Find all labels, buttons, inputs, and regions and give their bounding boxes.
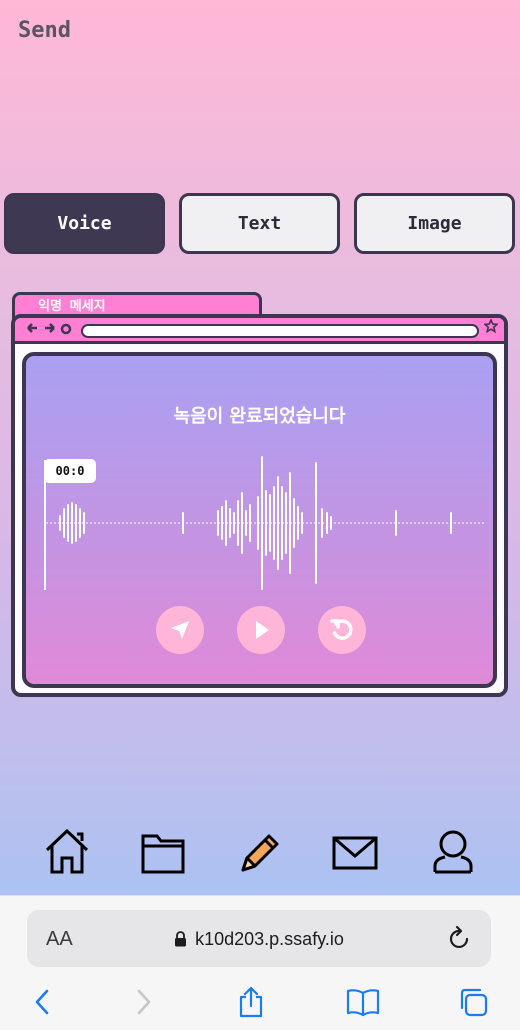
reset-button[interactable] [318, 606, 366, 654]
send-button[interactable] [156, 606, 204, 654]
window-nav-arrows-icon [25, 319, 73, 341]
nav-pencil[interactable] [235, 826, 283, 878]
tab-voice[interactable]: Voice [4, 193, 165, 254]
bottom-nav [0, 826, 520, 886]
play-button[interactable] [237, 606, 285, 654]
tabs-icon [460, 988, 488, 1017]
playback-controls [26, 606, 493, 656]
star-icon [483, 318, 499, 337]
pencil-icon [241, 834, 279, 872]
folder-icon [141, 834, 185, 874]
lock-icon [175, 931, 187, 947]
browser-back-button[interactable] [24, 986, 60, 1018]
mail-icon [332, 836, 378, 870]
tab-text[interactable]: Text [179, 193, 340, 254]
profile-icon [433, 830, 473, 874]
mode-tabs: Voice Text Image [4, 193, 516, 255]
nav-home[interactable] [43, 826, 91, 878]
reset-icon [330, 619, 353, 640]
play-icon [256, 621, 269, 639]
home-icon [45, 828, 89, 874]
send-icon [171, 621, 189, 639]
url-text: k10d203.p.ssafy.io [195, 929, 344, 949]
page-title: Send [18, 18, 71, 43]
recording-status: 녹음이 완료되었습니다 [173, 406, 346, 427]
book-icon [346, 989, 380, 1017]
browser-forward-button[interactable] [126, 986, 162, 1018]
window-tab-label: 익명 메세지 [38, 299, 106, 314]
chevron-left-icon [35, 989, 49, 1015]
reload-icon[interactable] [447, 924, 473, 952]
waveform [46, 456, 486, 590]
nav-profile[interactable] [429, 826, 477, 878]
chevron-right-icon [137, 989, 151, 1015]
browser-share-button[interactable] [233, 986, 269, 1018]
message-window: 녹음이 완료되었습니다 00:0 [11, 314, 508, 697]
share-icon [239, 986, 263, 1018]
nav-mail[interactable] [331, 826, 379, 878]
tab-image[interactable]: Image [354, 193, 515, 254]
recorder-panel: 녹음이 완료되었습니다 00:0 [22, 352, 497, 688]
window-toolbar [15, 318, 504, 344]
window-url-bar [81, 324, 479, 338]
nav-folder[interactable] [139, 826, 187, 878]
address-bar[interactable]: AA k10d203.p.ssafy.io [27, 910, 491, 967]
browser-chrome: AA k10d203.p.ssafy.io [0, 895, 520, 1030]
url-display: k10d203.p.ssafy.io [27, 929, 491, 950]
browser-bookmarks-button[interactable] [345, 986, 381, 1018]
browser-tabs-button[interactable] [455, 986, 491, 1018]
